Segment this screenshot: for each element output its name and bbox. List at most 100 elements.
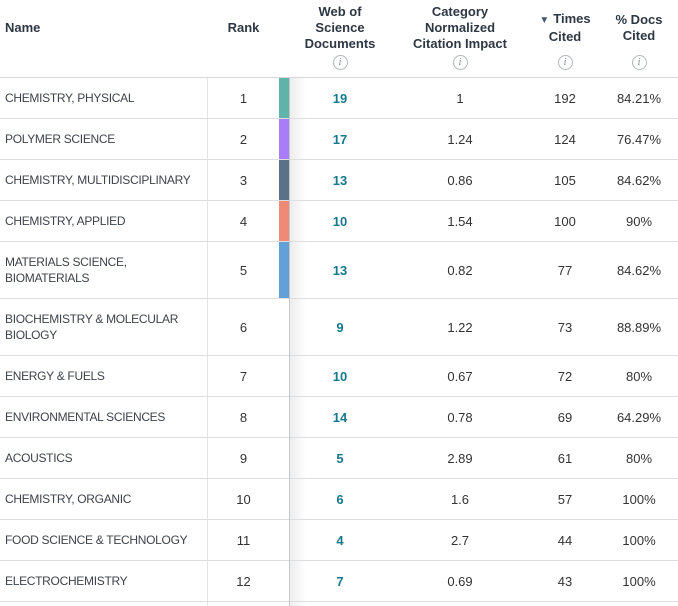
rank-value: 3: [240, 173, 247, 188]
wos-documents-link[interactable]: 13: [333, 263, 347, 278]
column-header-cnci[interactable]: Category Normalized Citation Impact i: [390, 0, 530, 77]
rank-value: 9: [240, 451, 247, 466]
times-cited-cell: 61: [530, 438, 600, 478]
column-header-colorbar-spacer: [279, 0, 290, 77]
table-row: CHEMISTRY, APPLIED 4 10 1.54 100 90%: [0, 201, 678, 242]
cnci-value: 1: [456, 91, 463, 106]
category-name-cell: POLYMER SCIENCE: [0, 119, 208, 159]
wos-documents-cell: 9: [290, 299, 390, 355]
cnci-value: 0.82: [447, 263, 472, 278]
times-cited-value: 61: [558, 451, 572, 466]
times-cited-value: 69: [558, 410, 572, 425]
times-cited-value: 43: [558, 574, 572, 589]
info-icon[interactable]: i: [558, 55, 573, 70]
cnci-cell: 1.24: [390, 119, 530, 159]
pct-docs-cited-value: 100%: [622, 574, 655, 589]
column-header-pct-docs-cited[interactable]: % Docs Cited i: [600, 0, 678, 77]
cnci-value: 1.22: [447, 320, 472, 335]
column-header-rank[interactable]: Rank: [208, 0, 279, 77]
pct-docs-cited-value: 84.62%: [617, 173, 661, 188]
category-color-bar: [279, 356, 290, 396]
cnci-value: 0.78: [447, 410, 472, 425]
table-row: ENERGY & FUELS 7 10 0.67 72 80%: [0, 356, 678, 397]
wos-documents-link[interactable]: 19: [333, 91, 347, 106]
table-row: ENVIRONMENTAL SCIENCES 8 14 0.78 69 64.2…: [0, 397, 678, 438]
rank-cell: 6: [208, 299, 279, 355]
pct-docs-cited-value: 88.89%: [617, 320, 661, 335]
wos-documents-cell: 5: [290, 438, 390, 478]
category-name: BIOCHEMISTRY & MOLECULAR BIOLOGY: [5, 311, 205, 343]
wos-documents-link[interactable]: 5: [336, 451, 343, 466]
times-cited-value: 124: [554, 132, 576, 147]
wos-documents-link[interactable]: 17: [333, 132, 347, 147]
category-name-cell: CHEMISTRY, APPLIED: [0, 201, 208, 241]
wos-documents-link[interactable]: 7: [336, 574, 343, 589]
category-color-bar: [279, 78, 290, 118]
table-row: BIOCHEMISTRY & MOLECULAR BIOLOGY 6 9 1.2…: [0, 299, 678, 356]
times-cited-cell: 57: [530, 479, 600, 519]
cnci-value: 1.24: [447, 132, 472, 147]
wos-documents-link[interactable]: 10: [333, 369, 347, 384]
table-row: ACOUSTICS 9 5 2.89 61 80%: [0, 438, 678, 479]
rank-value: 12: [236, 574, 250, 589]
wos-documents-link[interactable]: 14: [333, 410, 347, 425]
wos-documents-cell: 13: [290, 160, 390, 200]
rank-value: 4: [240, 214, 247, 229]
pct-docs-cited-value: 64.29%: [617, 410, 661, 425]
column-header-times-cited[interactable]: ▼Times Cited i: [530, 0, 600, 77]
times-cited-cell: 124: [530, 119, 600, 159]
category-color-bar: [279, 561, 290, 601]
table-row: ELECTROCHEMISTRY 12 7 0.69 43 100%: [0, 561, 678, 602]
info-icon[interactable]: i: [333, 55, 348, 70]
times-cited-value: 57: [558, 492, 572, 507]
column-label-rank: Rank: [228, 20, 260, 36]
times-cited-value: 72: [558, 369, 572, 384]
times-cited-value: 77: [558, 263, 572, 278]
category-name: CHEMISTRY, ORGANIC: [5, 491, 131, 507]
column-label-cnci: Category Normalized Citation Impact: [404, 4, 516, 52]
category-name: MATERIALS SCIENCE, BIOMATERIALS: [5, 254, 205, 286]
sort-descending-icon: ▼: [539, 15, 549, 26]
category-name: ACOUSTICS: [5, 450, 72, 466]
wos-documents-link[interactable]: 6: [336, 492, 343, 507]
times-cited-value: 100: [554, 214, 576, 229]
column-header-name[interactable]: Name: [0, 0, 208, 77]
table-row-partial: [0, 602, 678, 606]
rank-cell: 11: [208, 520, 279, 560]
times-cited-cell: 105: [530, 160, 600, 200]
pct-docs-cited-cell: 64.29%: [600, 397, 678, 437]
column-label-wos-documents: Web of Science Documents: [303, 4, 377, 52]
wos-documents-cell: 14: [290, 397, 390, 437]
column-header-wos-documents[interactable]: Web of Science Documents i: [290, 0, 390, 77]
pct-docs-cited-cell: 84.62%: [600, 160, 678, 200]
table-row: MATERIALS SCIENCE, BIOMATERIALS 5 13 0.8…: [0, 242, 678, 299]
pct-docs-cited-cell: 80%: [600, 356, 678, 396]
category-name: POLYMER SCIENCE: [5, 131, 115, 147]
category-name: CHEMISTRY, PHYSICAL: [5, 90, 134, 106]
rank-value: 11: [237, 533, 251, 548]
wos-documents-link[interactable]: 4: [336, 533, 343, 548]
info-icon[interactable]: i: [453, 55, 468, 70]
table-row: FOOD SCIENCE & TECHNOLOGY 11 4 2.7 44 10…: [0, 520, 678, 561]
pct-docs-cited-cell: 100%: [600, 479, 678, 519]
research-categories-table: Name Rank Web of Science Documents i Cat…: [0, 0, 678, 606]
pct-docs-cited-value: 84.62%: [617, 263, 661, 278]
cnci-cell: 2.89: [390, 438, 530, 478]
pct-docs-cited-cell: 80%: [600, 438, 678, 478]
category-name: CHEMISTRY, MULTIDISCIPLINARY: [5, 172, 190, 188]
wos-documents-cell: 10: [290, 201, 390, 241]
category-name-cell: FOOD SCIENCE & TECHNOLOGY: [0, 520, 208, 560]
cnci-value: 0.86: [447, 173, 472, 188]
info-icon[interactable]: i: [632, 55, 647, 70]
category-color-bar: [279, 160, 290, 200]
wos-documents-link[interactable]: 9: [336, 320, 343, 335]
rank-value: 8: [240, 410, 247, 425]
pct-docs-cited-cell: 84.21%: [600, 78, 678, 118]
wos-documents-link[interactable]: 13: [333, 173, 347, 188]
times-cited-value: 192: [554, 91, 576, 106]
rank-cell: 1: [208, 78, 279, 118]
table-row: CHEMISTRY, MULTIDISCIPLINARY 3 13 0.86 1…: [0, 160, 678, 201]
wos-documents-link[interactable]: 10: [333, 214, 347, 229]
pct-docs-cited-cell: 100%: [600, 561, 678, 601]
rank-cell: 3: [208, 160, 279, 200]
